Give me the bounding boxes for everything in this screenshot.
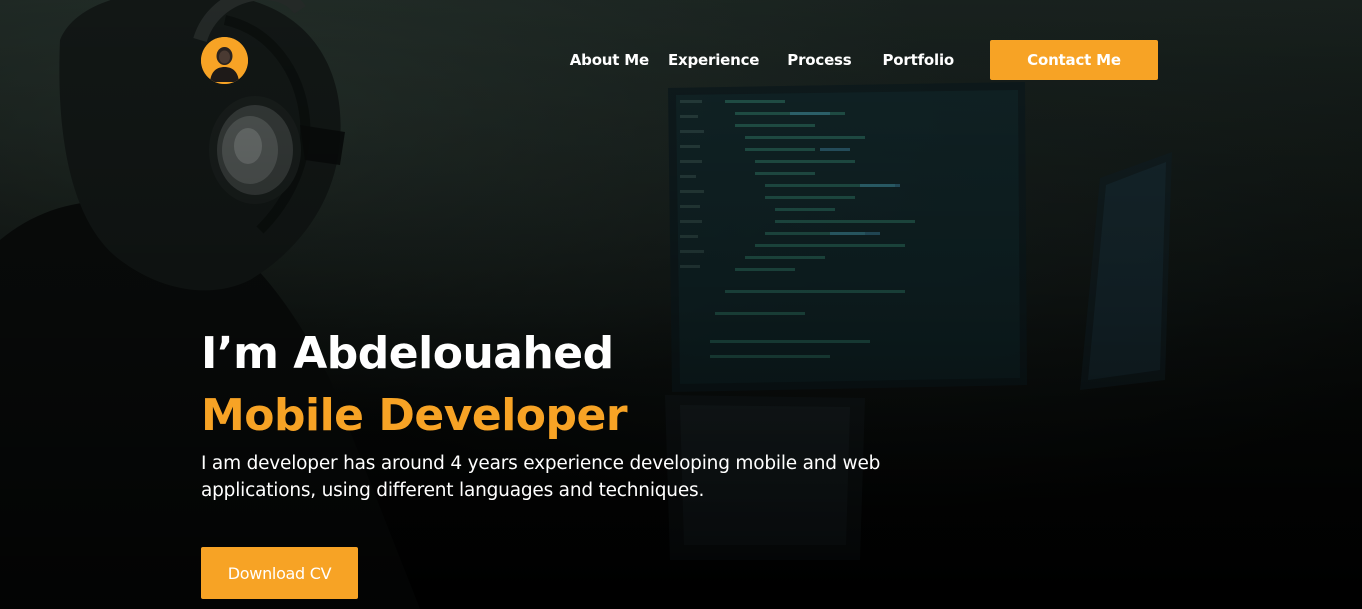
hero-content: I’m Abdelouahed Mobile Developer I am de… [201,328,921,504]
avatar-icon[interactable] [201,36,248,84]
nav-links: About Me Experience Process Portfolio Co… [570,40,1158,80]
nav-link-portfolio[interactable]: Portfolio [883,51,955,69]
nav-link-process[interactable]: Process [787,51,851,69]
hero-title: I’m Abdelouahed [201,328,614,379]
nav-link-about-me[interactable]: About Me [570,51,649,69]
contact-me-button[interactable]: Contact Me [990,40,1158,80]
navbar: About Me Experience Process Portfolio Co… [201,36,1158,84]
hero-description: I am developer has around 4 years experi… [201,453,881,501]
nav-link-experience[interactable]: Experience [668,51,759,69]
hero-section: About Me Experience Process Portfolio Co… [0,0,1362,609]
dark-overlay [0,0,1362,609]
download-cv-button[interactable]: Download CV [201,547,358,599]
hero-subtitle: Mobile Developer [201,390,628,441]
